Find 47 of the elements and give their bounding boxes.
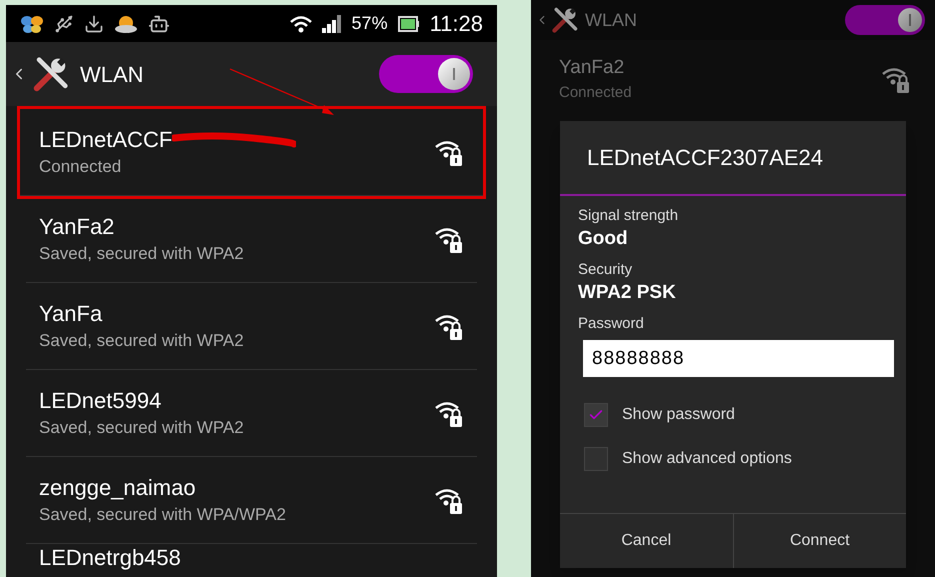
network-row[interactable]: zengge_naimao Saved, secured with WPA/WPA2 [26, 457, 477, 544]
network-status: Connected [39, 156, 122, 178]
checkbox[interactable] [584, 447, 608, 471]
wifi-icon [290, 14, 312, 32]
download-icon [84, 14, 104, 34]
signal-icon [322, 14, 342, 32]
network-status: Connected [559, 83, 633, 103]
battery-icon [398, 16, 420, 32]
tools-icon [32, 55, 70, 93]
field-label: Password [578, 314, 645, 334]
password-field[interactable]: 88888888 [583, 340, 894, 377]
network-status: Saved, secured with WPA2 [39, 417, 245, 439]
network-row[interactable]: LEDnetACCF Connected [20, 109, 483, 196]
field-value: Good [578, 227, 629, 251]
dialog-title: LEDnetACCF2307AE24 [587, 144, 824, 172]
clock: 11:28 [430, 10, 483, 38]
network-status: Saved, secured with WPA2 [39, 243, 245, 265]
network-name: YanFa [39, 300, 102, 328]
checkbox[interactable] [584, 403, 608, 427]
wlan-toggle[interactable] [379, 55, 473, 93]
screen-title: WLAN [80, 60, 144, 88]
network-row[interactable]: YanFa Saved, secured with WPA2 [26, 283, 477, 370]
network-row[interactable]: YanFa2 Saved, secured with WPA2 [26, 196, 477, 283]
dialog-button[interactable]: Connect [732, 514, 906, 568]
tools-icon [551, 6, 579, 34]
network-status: Saved, secured with WPA/WPA2 [39, 504, 287, 526]
usb-icon [54, 14, 74, 34]
wlan-toggle[interactable] [845, 5, 925, 35]
option-label: Show advanced options [622, 449, 792, 469]
network-status: Saved, secured with WPA2 [39, 330, 245, 352]
network-name: LEDnet5994 [39, 387, 162, 415]
field-value: WPA2 PSK [578, 281, 677, 305]
network-name: YanFa2 [559, 56, 626, 80]
field-label: Security [578, 260, 634, 280]
network-name: zengge_naimao [39, 474, 196, 502]
network-row[interactable]: LEDnetrgb458 [26, 544, 477, 577]
weather-icon [114, 14, 138, 34]
butterfly-icon [20, 14, 44, 34]
field-label: Signal strength [578, 206, 680, 226]
option-label: Show password [622, 405, 735, 425]
network-row[interactable]: LEDnet5994 Saved, secured with WPA2 [26, 370, 477, 457]
battery-percent: 57% [352, 12, 388, 35]
network-name: LEDnetrgb458 [39, 546, 181, 570]
screen-title: WLAN [585, 8, 638, 32]
dialog-button[interactable]: Cancel [560, 514, 732, 568]
network-name: YanFa2 [39, 213, 114, 241]
network-name: LEDnetACCF [39, 126, 172, 154]
